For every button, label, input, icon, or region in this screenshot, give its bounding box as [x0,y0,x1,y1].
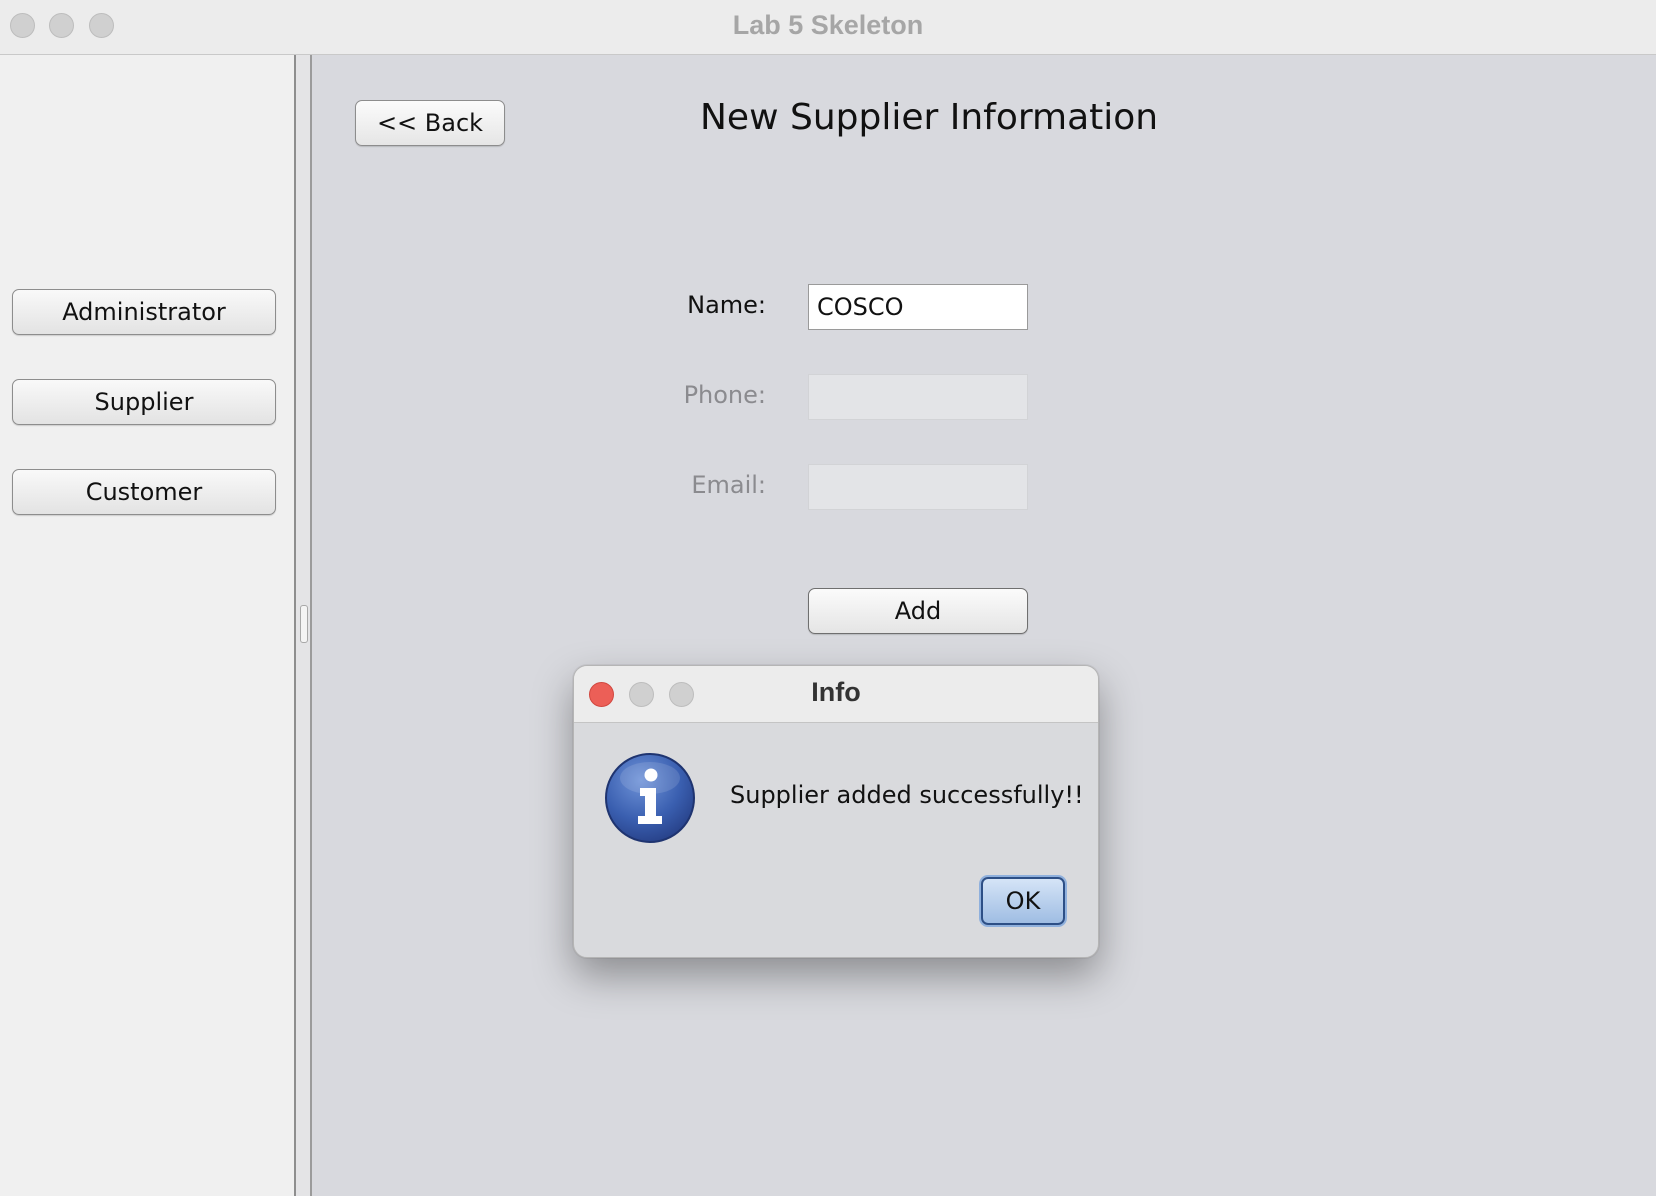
phone-field[interactable] [808,374,1028,420]
dialog-title: Info [811,677,861,707]
split-pane-divider[interactable] [294,55,312,1196]
app-window: Lab 5 Skeleton Administrator Supplier Cu… [0,0,1656,1196]
administrator-button[interactable]: Administrator [12,289,276,335]
email-field[interactable] [808,464,1028,510]
back-button[interactable]: << Back [355,100,505,146]
main-panel: << Back New Supplier Information Name: C… [312,55,1656,1196]
email-label: Email: [691,471,766,499]
customer-button[interactable]: Customer [12,469,276,515]
window-titlebar: Lab 5 Skeleton [0,0,1656,55]
info-dialog: Info Supplier added successfully!! OK [573,665,1099,958]
supplier-button[interactable]: Supplier [12,379,276,425]
window-title: Lab 5 Skeleton [732,10,924,40]
ok-button[interactable]: OK [981,877,1065,925]
sidebar: Administrator Supplier Customer [0,55,294,1196]
dialog-message: Supplier added successfully!! [730,781,1084,809]
page-title: New Supplier Information [700,97,1159,138]
info-icon [605,753,695,843]
phone-label: Phone: [683,381,766,409]
name-field[interactable]: COSCO [808,284,1028,330]
name-label: Name: [687,291,766,319]
divider-grip[interactable] [300,605,308,643]
dialog-titlebar: Info [574,666,1098,723]
add-button[interactable]: Add [808,588,1028,634]
